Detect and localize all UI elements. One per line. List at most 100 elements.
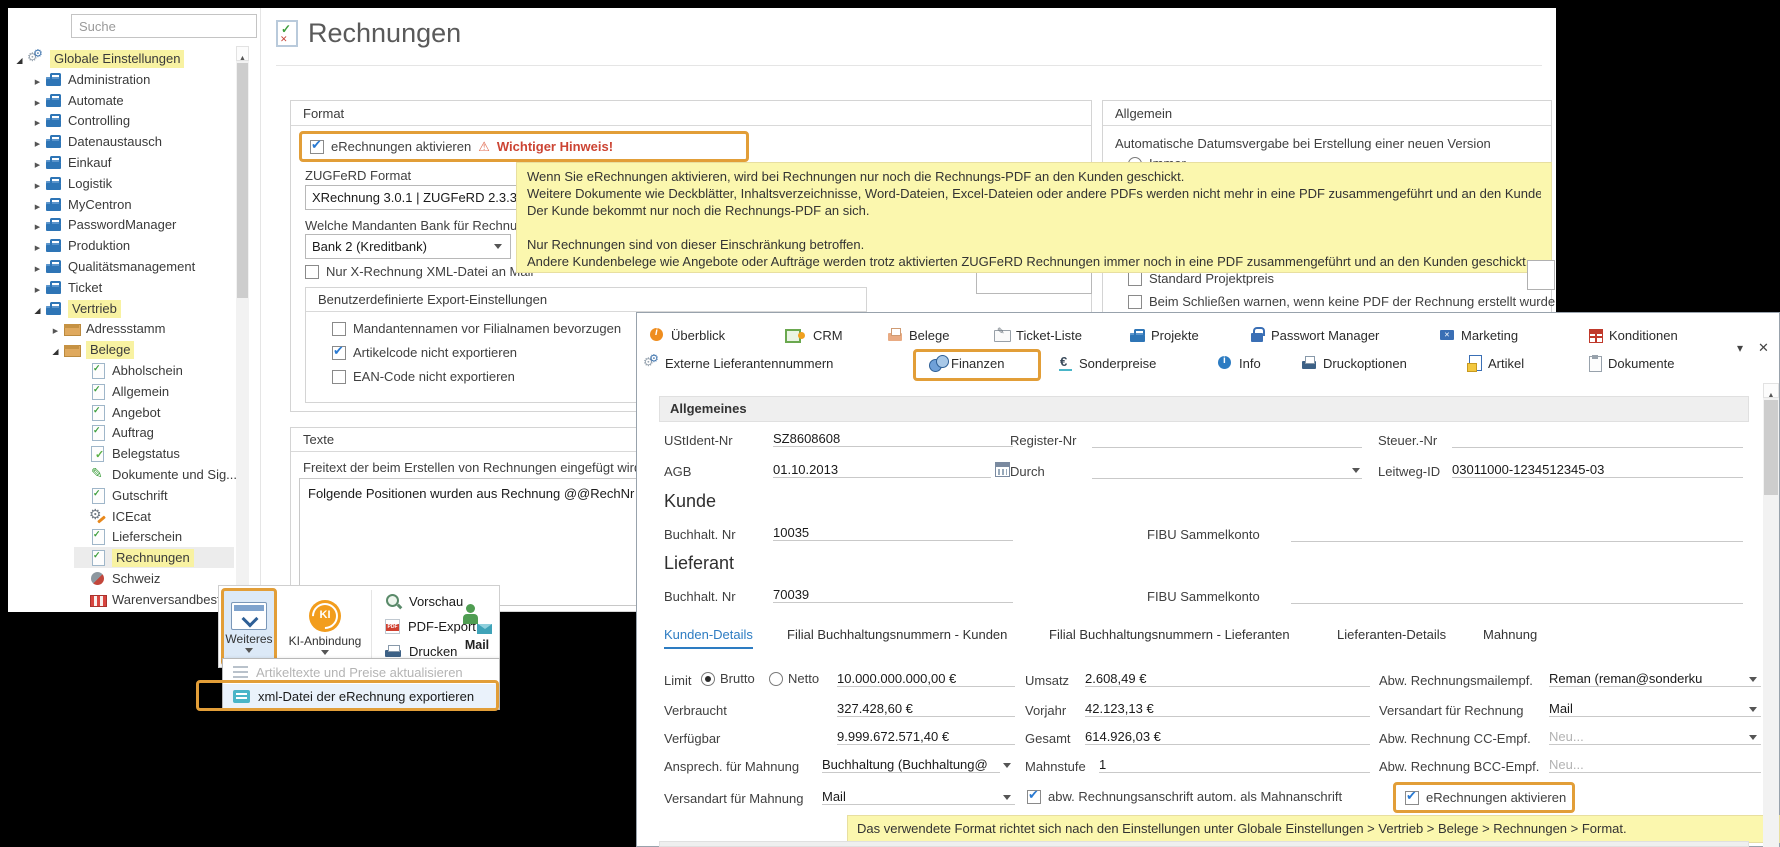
versandart-rechnung-dropdown[interactable]: Mail: [1549, 701, 1761, 717]
tab-marketing[interactable]: Marketing: [1439, 327, 1518, 343]
expander-icon[interactable]: [30, 93, 45, 108]
expander-icon[interactable]: [30, 259, 45, 274]
xml-only-row[interactable]: Nur X-Rechnung XML-Datei an Mail: [305, 264, 533, 279]
tab-projekte[interactable]: Projekte: [1129, 327, 1199, 343]
bank-dropdown[interactable]: Bank 2 (Kreditbank): [305, 234, 511, 259]
sidebar-item-controlling[interactable]: Controlling: [30, 110, 130, 131]
expander-icon[interactable]: [48, 321, 63, 336]
close-icon[interactable]: ✕: [1758, 340, 1769, 356]
tab-mahnung[interactable]: Mahnung: [1483, 627, 1537, 647]
schliessen-warnen-checkbox[interactable]: [1128, 295, 1142, 309]
erechnungen-aktivieren-row[interactable]: eRechnungen aktivieren Wichtiger Hinweis…: [299, 131, 749, 162]
window-menu-caret-icon[interactable]: ▾: [1737, 341, 1743, 355]
artikelcode-checkbox[interactable]: [332, 346, 346, 360]
xml-only-checkbox[interactable]: [305, 265, 319, 279]
weiteres-button[interactable]: Weiteres: [221, 588, 277, 666]
brutto-radio[interactable]: [701, 672, 715, 686]
sidebar-item-vertrieb[interactable]: Vertrieb: [30, 298, 121, 319]
register-value[interactable]: [1092, 431, 1362, 448]
mandantennamen-checkbox[interactable]: [332, 322, 346, 336]
tab-finanzen[interactable]: Finanzen: [929, 355, 1004, 371]
mail-button[interactable]: Mail: [455, 590, 499, 666]
tab-filial-kunden[interactable]: Filial Buchhaltungsnummern - Kunden: [787, 627, 1007, 647]
erechnungen-aktivieren-row[interactable]: eRechnungen aktivieren: [1393, 782, 1575, 813]
sidebar-item-schweiz[interactable]: Schweiz: [74, 568, 160, 589]
sidebar-item-allgemein[interactable]: Allgemein: [74, 381, 169, 402]
spinner-input[interactable]: [1527, 260, 1555, 290]
tab-lieferanten-details[interactable]: Lieferanten-Details: [1337, 627, 1446, 647]
sidebar-item-belegstatus[interactable]: Belegstatus: [74, 443, 180, 464]
export-option-row[interactable]: Artikelcode nicht exportieren: [332, 345, 517, 360]
tab-artikel[interactable]: Artikel: [1466, 355, 1524, 371]
tab-kunden-details[interactable]: Kunden-Details: [664, 627, 753, 649]
abw-anschrift-row[interactable]: abw. Rechnungsanschrift autom. als Mahna…: [1027, 789, 1342, 804]
steuer-value[interactable]: [1452, 431, 1743, 448]
leitweg-value[interactable]: 03011000-1234512345-03: [1452, 462, 1743, 478]
tab-ticket-liste[interactable]: Ticket-Liste: [994, 327, 1082, 343]
sidebar-item-datenaustausch[interactable]: Datenaustausch: [30, 131, 162, 152]
scrollbar-thumb[interactable]: [237, 63, 248, 298]
sidebar-item-warenversand[interactable]: Warenversandbestä: [74, 589, 228, 610]
pdf-export-button[interactable]: PDF-Export: [375, 614, 451, 638]
sidebar-item-angebot[interactable]: Angebot: [74, 402, 160, 423]
calendar-icon[interactable]: [995, 462, 1010, 477]
sidebar-item-mycentron[interactable]: MyCentron: [30, 194, 132, 215]
schliessen-warnen-row[interactable]: Beim Schließen warnen, wenn keine PDF de…: [1128, 294, 1555, 309]
sidebar-item-logistik[interactable]: Logistik: [30, 173, 112, 194]
tab-externe-lieferantennummern[interactable]: Externe Lieferantennummern: [643, 355, 833, 371]
expander-icon[interactable]: [12, 51, 27, 66]
tab-dokumente[interactable]: Dokumente: [1586, 355, 1674, 371]
ansprech-dropdown[interactable]: Buchhaltung (Buchhaltung@: [822, 757, 1000, 773]
sidebar-item-automate[interactable]: Automate: [30, 90, 124, 111]
tab-konditionen[interactable]: Konditionen: [1587, 327, 1678, 343]
kunde-fibu-value[interactable]: [1291, 525, 1743, 542]
sidebar-item-gutschrift[interactable]: Gutschrift: [74, 485, 168, 506]
netto-radio-row[interactable]: Netto: [769, 671, 819, 686]
expander-icon[interactable]: [30, 238, 45, 253]
expander-icon[interactable]: [30, 280, 45, 295]
expander-icon[interactable]: [30, 301, 45, 316]
tab-druckoptionen[interactable]: Druckoptionen: [1301, 355, 1407, 371]
bcc-empf-value[interactable]: Neu...: [1549, 757, 1761, 773]
versandart-mahnung-dropdown[interactable]: Mail: [822, 789, 1015, 805]
sidebar-item-abholschein[interactable]: Abholschein: [74, 360, 183, 381]
tab-crm[interactable]: CRM: [785, 327, 843, 343]
tab-info[interactable]: Info: [1217, 355, 1261, 371]
umsatz-value[interactable]: 2.608,49 €: [1085, 671, 1370, 687]
expander-icon[interactable]: [30, 217, 45, 232]
erechnungen-checkbox[interactable]: [1405, 791, 1419, 805]
sidebar-item-produktion[interactable]: Produktion: [30, 235, 130, 256]
sidebar-item-belege[interactable]: Belege: [48, 339, 134, 360]
tab-belege[interactable]: Belege: [887, 327, 949, 343]
export-option-row[interactable]: Mandantennamen vor Filialnamen bevorzuge…: [332, 321, 621, 336]
sidebar-item-passwordmanager[interactable]: PasswordManager: [30, 214, 176, 235]
search-input[interactable]: [71, 14, 257, 38]
gesamt-value[interactable]: 614.926,03 €: [1085, 729, 1370, 745]
sidebar-item-einkauf[interactable]: Einkauf: [30, 152, 111, 173]
sidebar-scrollbar[interactable]: [236, 46, 249, 612]
mahnstufe-value[interactable]: 1: [1099, 757, 1370, 773]
sidebar-item-globale-einstellungen[interactable]: Globale Einstellungen: [12, 48, 184, 69]
sidebar-item-rechnungen[interactable]: Rechnungen: [74, 547, 234, 568]
projektpreis-checkbox[interactable]: [1128, 272, 1142, 286]
sidebar-item-auftrag[interactable]: Auftrag: [74, 422, 154, 443]
tab-filial-lieferanten[interactable]: Filial Buchhaltungsnummern - Lieferanten: [1049, 627, 1290, 647]
menu-item-xml-export[interactable]: xml-Datei der eRechnung exportieren: [223, 684, 499, 708]
tab-ueberblick[interactable]: Überblick: [649, 327, 725, 343]
scrollbar-thumb[interactable]: [1764, 400, 1778, 495]
brutto-radio-row[interactable]: Brutto: [701, 671, 755, 686]
agb-value[interactable]: 01.10.2013: [773, 462, 991, 478]
expander-icon[interactable]: [30, 72, 45, 87]
vorschau-button[interactable]: Vorschau: [375, 589, 451, 613]
expander-icon[interactable]: [30, 197, 45, 212]
kunde-buchhalt-value[interactable]: 10035: [773, 525, 1013, 541]
sidebar-item-dokumente-und-sig[interactable]: Dokumente und Sig...: [74, 464, 237, 485]
ki-anbindung-button[interactable]: KI-Anbindung: [283, 588, 367, 666]
export-option-row[interactable]: EAN-Code nicht exportieren: [332, 369, 515, 384]
expander-icon[interactable]: [48, 342, 63, 357]
sidebar-item-qualitaetsmanagement[interactable]: Qualitätsmanagement: [30, 256, 195, 277]
sidebar-item-lieferschein[interactable]: Lieferschein: [74, 526, 182, 547]
tab-sonderpreise[interactable]: Sonderpreise: [1057, 355, 1156, 371]
mailempf-dropdown[interactable]: Reman (reman@sonderku: [1549, 671, 1761, 687]
abw-anschrift-checkbox[interactable]: [1027, 790, 1041, 804]
